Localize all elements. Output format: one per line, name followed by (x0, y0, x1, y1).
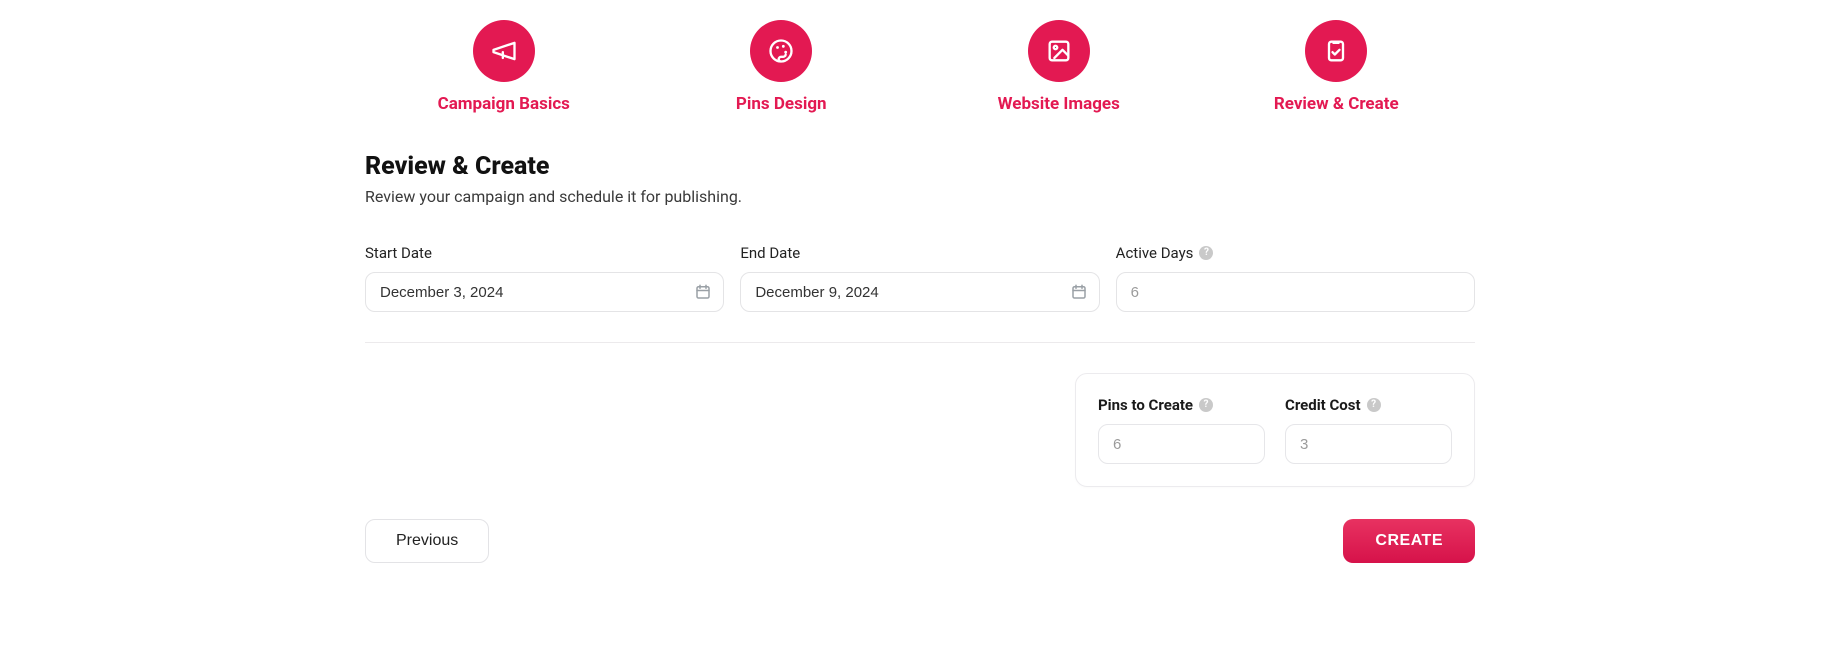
date-row: Start Date End Date Active Days ? (365, 244, 1475, 312)
credit-cost-label: Credit Cost (1285, 396, 1361, 414)
help-icon[interactable]: ? (1199, 246, 1213, 260)
pins-to-create-field: Pins to Create ? (1098, 396, 1265, 464)
previous-button[interactable]: Previous (365, 519, 489, 563)
step-label: Review & Create (1274, 94, 1399, 114)
end-date-label: End Date (740, 244, 1099, 262)
megaphone-icon (473, 20, 535, 82)
image-icon (1028, 20, 1090, 82)
calendar-icon[interactable] (694, 283, 712, 301)
start-date-input[interactable] (365, 272, 724, 312)
page-title: Review & Create (365, 152, 1475, 181)
step-review-create[interactable]: Review & Create (1198, 20, 1476, 114)
start-date-field: Start Date (365, 244, 724, 312)
page-subtitle: Review your campaign and schedule it for… (365, 187, 1475, 206)
stepper: Campaign Basics Pins Design Website Imag… (365, 20, 1475, 114)
footer-actions: Previous CREATE (365, 519, 1475, 563)
help-icon[interactable]: ? (1367, 398, 1381, 412)
step-website-images[interactable]: Website Images (920, 20, 1198, 114)
end-date-input[interactable] (740, 272, 1099, 312)
help-icon[interactable]: ? (1199, 398, 1213, 412)
pins-to-create-label: Pins to Create (1098, 396, 1193, 414)
active-days-input (1116, 272, 1475, 312)
palette-icon (750, 20, 812, 82)
active-days-field: Active Days ? (1116, 244, 1475, 312)
step-label: Campaign Basics (438, 94, 570, 114)
create-button[interactable]: CREATE (1343, 519, 1475, 563)
credit-cost-field: Credit Cost ? (1285, 396, 1452, 464)
step-label: Website Images (998, 94, 1120, 114)
calendar-icon[interactable] (1070, 283, 1088, 301)
credit-cost-input (1285, 424, 1452, 464)
active-days-label-text: Active Days (1116, 244, 1194, 262)
step-pins-design[interactable]: Pins Design (643, 20, 921, 114)
summary-card: Pins to Create ? Credit Cost ? (1075, 373, 1475, 487)
divider (365, 342, 1475, 343)
active-days-label: Active Days ? (1116, 244, 1475, 262)
pins-to-create-input (1098, 424, 1265, 464)
clipboard-check-icon (1305, 20, 1367, 82)
start-date-label: Start Date (365, 244, 724, 262)
step-campaign-basics[interactable]: Campaign Basics (365, 20, 643, 114)
step-label: Pins Design (736, 94, 827, 114)
end-date-field: End Date (740, 244, 1099, 312)
